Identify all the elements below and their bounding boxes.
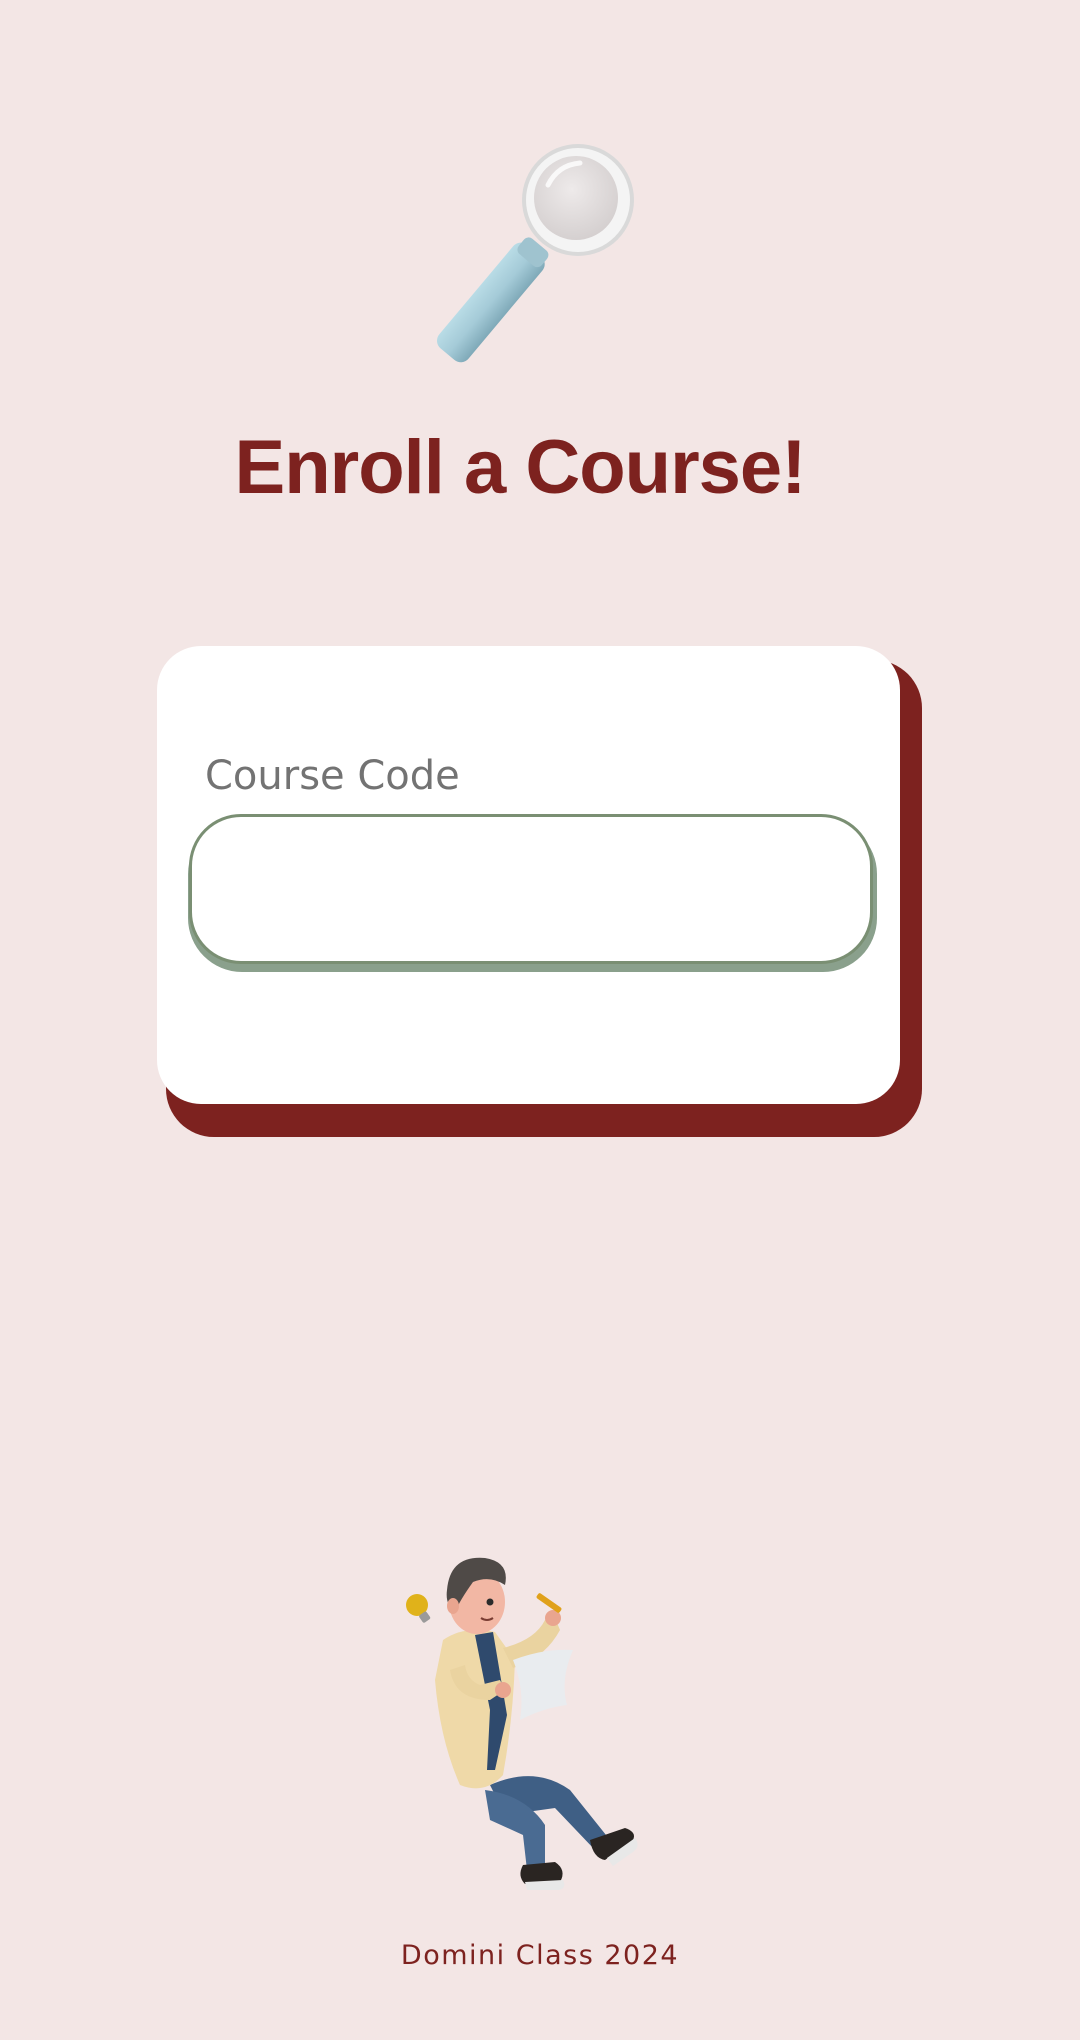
course-code-label: Course Code xyxy=(205,753,460,799)
page-title: Enroll a Course! xyxy=(234,425,807,510)
course-code-input[interactable] xyxy=(189,814,873,964)
footer-text: Domini Class 2024 xyxy=(400,1940,680,1971)
person-with-paper-illustration xyxy=(406,1557,638,1890)
magnifying-glass-icon xyxy=(436,144,634,363)
lightbulb-icon xyxy=(406,1594,431,1623)
